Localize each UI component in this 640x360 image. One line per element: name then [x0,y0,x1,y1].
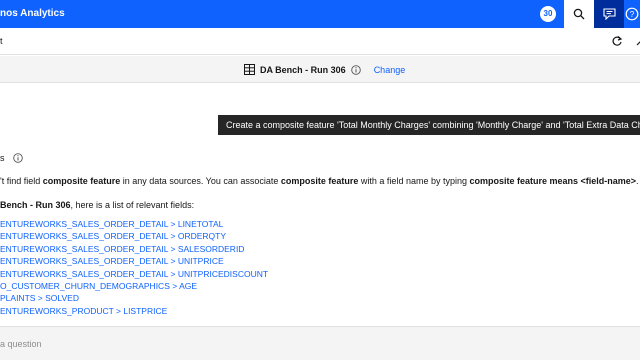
info-icon[interactable] [12,153,23,163]
fields-intro-text: , here is a list of relevant fields: [70,200,195,210]
dataset-bar: DA Bench - Run 306 Change [0,56,640,83]
app-title: nos Analytics [0,8,65,19]
field-link[interactable]: ENTUREWORKS_PRODUCT > LISTPRICE [0,305,268,317]
response-text-part: with a field name by typing [358,176,470,186]
response-term: composite feature [280,176,359,186]
response-hint: composite feature means <field-name> [469,176,637,186]
help-button[interactable]: ? [624,0,640,28]
collapse-icon[interactable] [634,34,640,48]
reset-icon[interactable] [610,34,624,48]
search-icon [573,8,585,20]
response-header-text: s [0,153,5,163]
field-link[interactable]: ENTUREWORKS_SALES_ORDER_DETAIL > LINETOT… [0,218,268,230]
question-input[interactable] [0,335,600,353]
change-dataset-link[interactable]: Change [374,65,406,75]
table-icon [244,64,255,75]
field-link[interactable]: O_CUSTOMER_CHURN_DEMOGRAPHICS > AGE [0,280,268,292]
field-link[interactable]: PLAINTS > SOLVED [0,292,268,304]
info-icon[interactable] [350,64,361,75]
chat-icon [602,8,616,20]
response-text-part: 't find field [0,176,43,186]
dataset-selector: DA Bench - Run 306 Change [244,64,405,75]
search-button[interactable] [564,0,594,28]
question-input-area [0,326,640,360]
field-link[interactable]: ENTUREWORKS_SALES_ORDER_DETAIL > SALESOR… [0,243,268,255]
response-message: 't find field composite feature in any d… [0,176,640,186]
svg-text:?: ? [630,10,635,19]
secondary-toolbar: t [0,28,640,55]
response-header: s [0,153,23,163]
top-header: nos Analytics 30 ? [0,0,640,28]
response-text-part: in any data sources. You can associate [120,176,281,186]
fields-intro-dataset: Bench - Run 306 [0,200,71,210]
relevant-fields-list: ENTUREWORKS_SALES_ORDER_DETAIL > LINETOT… [0,218,268,317]
help-icon: ? [625,7,639,21]
chat-button[interactable] [594,0,624,28]
dataset-name: DA Bench - Run 306 [260,64,346,75]
user-message-bubble: Create a composite feature 'Total Monthl… [218,115,640,135]
response-term: composite feature [42,176,121,186]
field-link[interactable]: ENTUREWORKS_SALES_ORDER_DETAIL > UNITPRI… [0,268,268,280]
notification-badge[interactable]: 30 [540,6,556,22]
field-link[interactable]: ENTUREWORKS_SALES_ORDER_DETAIL > UNITPRI… [0,255,268,267]
response-text-part: . [636,176,639,186]
field-link[interactable]: ENTUREWORKS_SALES_ORDER_DETAIL > ORDERQT… [0,230,268,242]
toolbar-title: t [0,36,3,46]
fields-intro: Bench - Run 306, here is a list of relev… [0,200,194,210]
